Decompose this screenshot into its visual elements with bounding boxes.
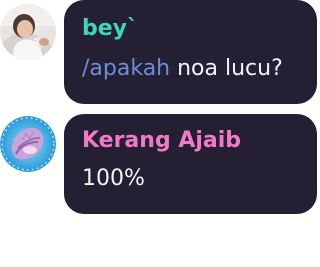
message-content: noa lucu? [170,56,283,81]
message-text: 100% [82,166,145,191]
message-bubble[interactable]: Kerang Ajaib 100% [64,114,317,214]
chat-view: bey` /apakah noa lucu? Kerang Ajaib 100% [0,0,320,267]
user-avatar[interactable] [0,4,56,60]
user-photo-avatar-icon [0,4,56,60]
message-text: /apakah noa lucu? [82,54,299,84]
bot-avatar[interactable] [0,116,56,172]
message-bubble[interactable]: bey` /apakah noa lucu? [64,0,317,104]
message-author[interactable]: Kerang Ajaib [82,126,299,156]
conch-shell-avatar-icon [0,116,56,172]
slash-command[interactable]: /apakah [82,56,170,81]
message-author[interactable]: bey` [82,14,299,44]
